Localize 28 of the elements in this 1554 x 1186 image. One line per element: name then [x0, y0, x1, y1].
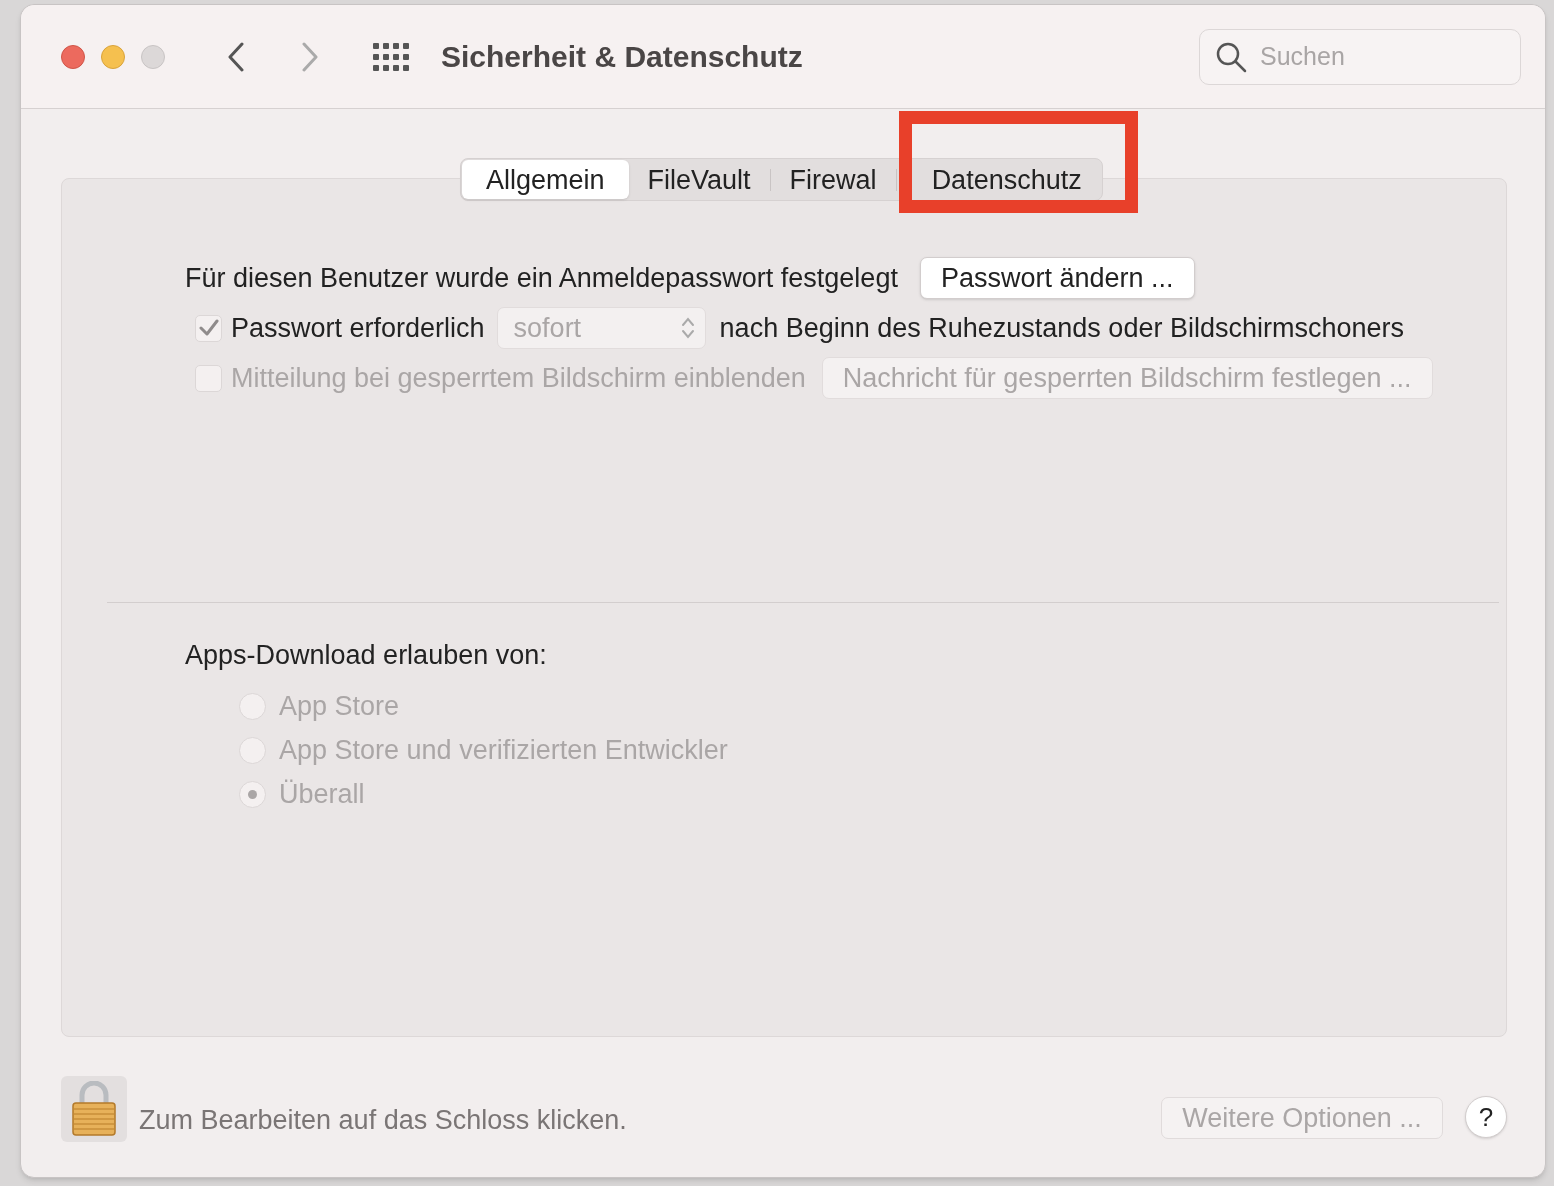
- padlock-icon: [70, 1081, 118, 1137]
- back-icon[interactable]: [227, 41, 245, 72]
- checkbox-label: Passwort erforderlich: [231, 311, 485, 345]
- window-title: Sicherheit & Datenschutz: [441, 39, 803, 75]
- zoom-button[interactable]: [141, 44, 165, 69]
- help-button[interactable]: ?: [1465, 1096, 1507, 1138]
- tab[interactable]: Firewal: [770, 160, 896, 199]
- search-icon: [1215, 40, 1247, 73]
- stepper-icon: [680, 316, 695, 340]
- tab[interactable]: Datenschutz: [912, 160, 1101, 199]
- minimize-button[interactable]: [101, 44, 125, 69]
- forward-icon[interactable]: [301, 41, 319, 72]
- lock-hint-text: Zum Bearbeiten auf das Schloss klicken.: [139, 1103, 627, 1137]
- radio-label: App Store: [279, 690, 400, 724]
- section-heading: Apps-Download erlauben von:: [185, 639, 548, 672]
- lock-button[interactable]: [61, 1076, 127, 1142]
- search-field[interactable]: Suchen: [1199, 28, 1521, 85]
- password-status-text: Für diesen Benutzer wurde ein Anmeldepasswort festgelegt: [185, 261, 898, 295]
- tab[interactable]: Allgemein: [462, 160, 629, 199]
- grid-icon[interactable]: [373, 42, 411, 71]
- close-button[interactable]: [61, 44, 85, 69]
- option-text: nach Beginn des Ruhezustands oder Bildschirmschoners: [719, 311, 1404, 345]
- checkbox-label: Mitteilung bei gesperrtem Bildschirm einblenden: [231, 361, 806, 395]
- tab[interactable]: FileVault: [628, 160, 770, 199]
- checkbox[interactable]: [195, 314, 222, 342]
- radio-label: Überall: [279, 778, 365, 812]
- radio-label: App Store und verifizierten Entwickler: [279, 734, 728, 768]
- change-password-button[interactable]: Passwort ändern ...: [919, 257, 1195, 299]
